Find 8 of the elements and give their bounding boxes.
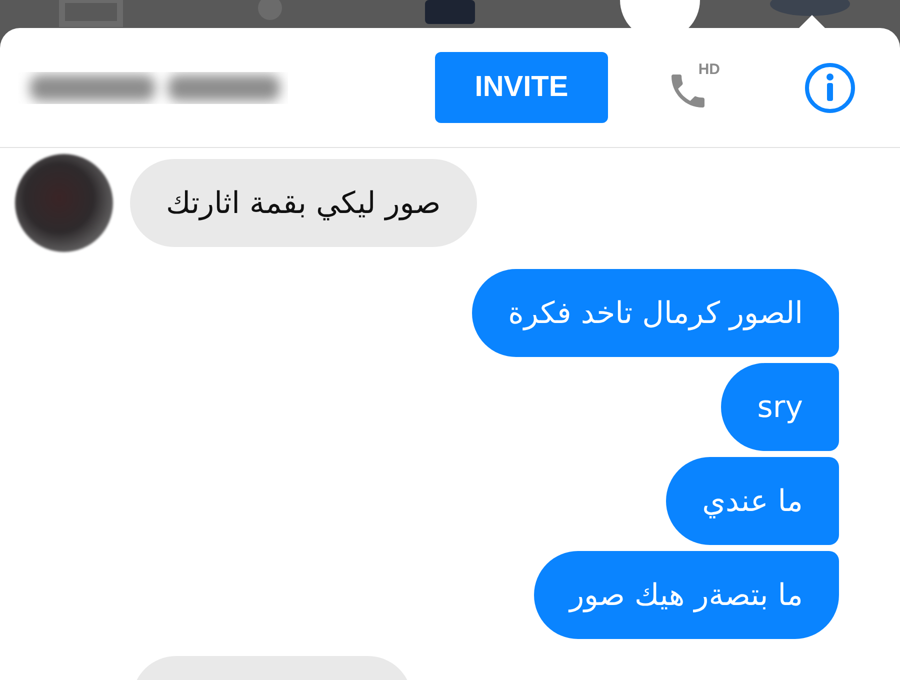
info-icon[interactable] xyxy=(804,62,856,114)
invite-button[interactable]: INVITE xyxy=(435,52,608,123)
message-bubble: ما بتصةر هيك صور xyxy=(534,551,839,639)
message-bubble: صور ليكي بقمة اثارتك xyxy=(130,159,477,247)
message-bubble: sry xyxy=(721,363,839,451)
message-bubble: ما عندي xyxy=(666,457,839,545)
message-bubble: الصور كرمال تاخد فكرة xyxy=(472,269,839,357)
call-button[interactable]: HD xyxy=(666,60,718,114)
